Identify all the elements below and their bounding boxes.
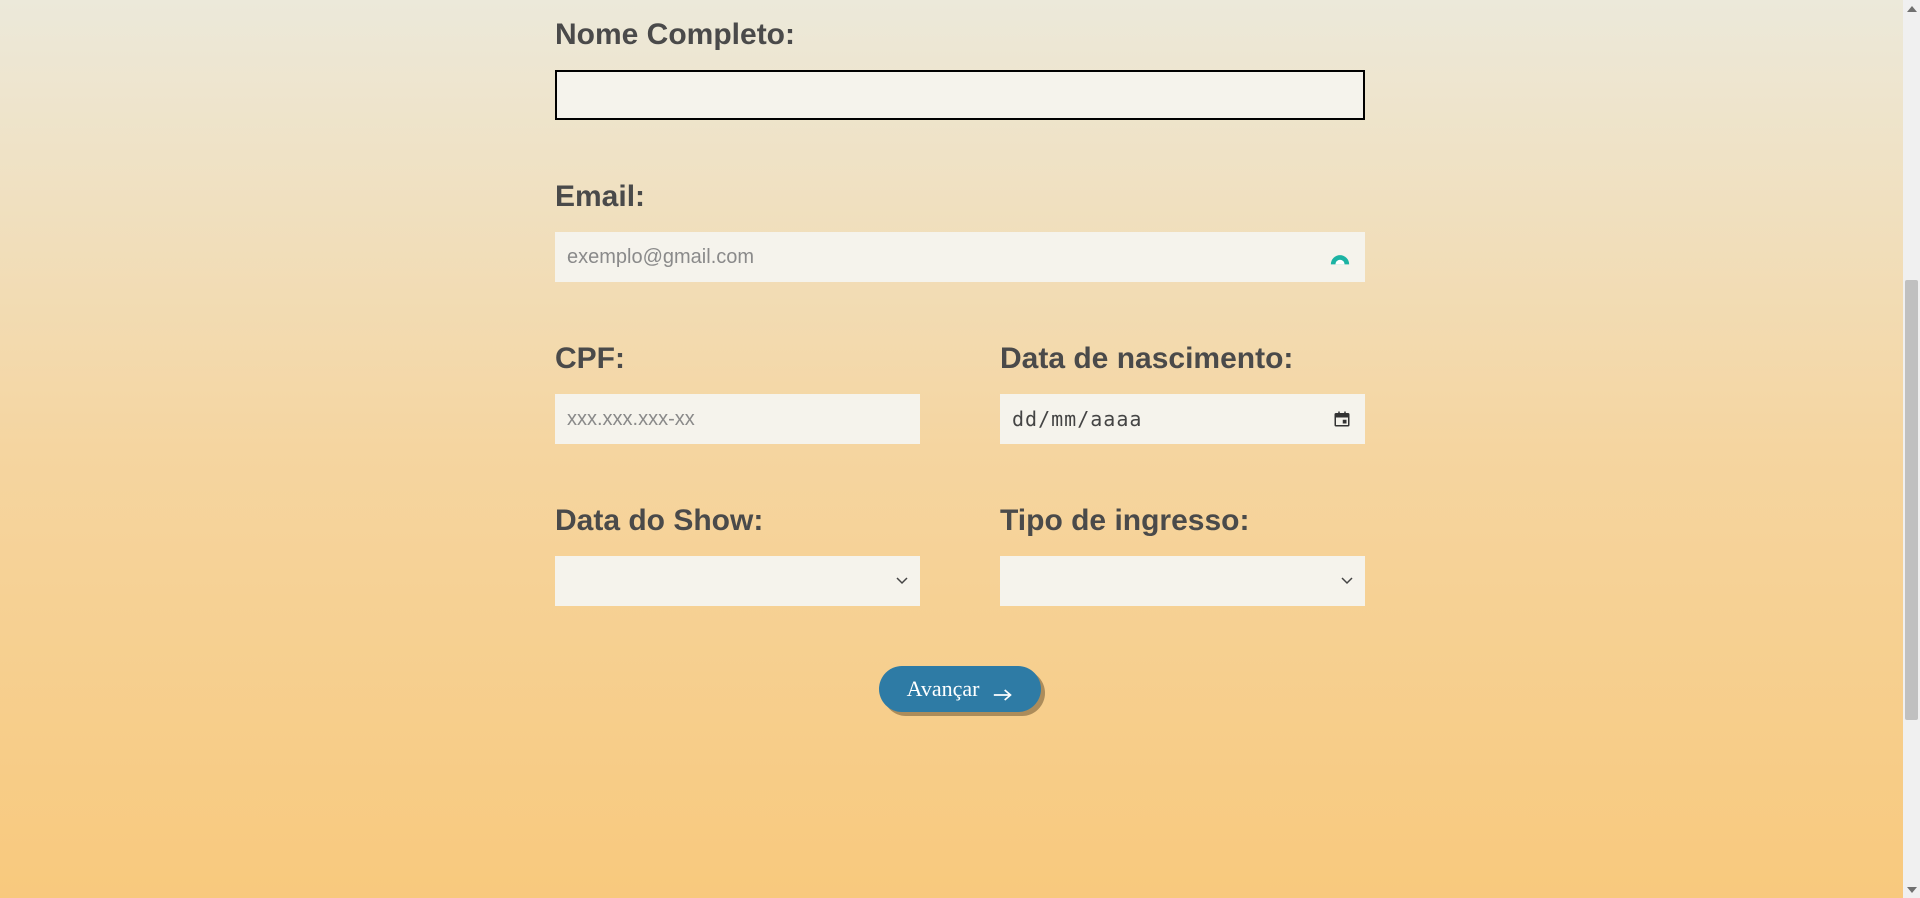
avancar-button[interactable]: Avançar <box>879 666 1042 712</box>
nome-label: Nome Completo: <box>555 18 1365 52</box>
email-label: Email: <box>555 180 1365 214</box>
field-group-data-show: Data do Show: <box>555 504 920 606</box>
nome-input[interactable] <box>555 70 1365 120</box>
scrollbar-thumb[interactable] <box>1905 280 1918 720</box>
scrollbar-arrow-up-icon[interactable] <box>1903 0 1920 17</box>
field-group-email: Email: <box>555 180 1365 282</box>
date-wrapper <box>1000 394 1365 444</box>
email-input[interactable] <box>555 232 1365 282</box>
arrow-right-icon <box>993 682 1013 696</box>
scrollbar-arrow-down-icon[interactable] <box>1903 881 1920 898</box>
avancar-label: Avançar <box>907 676 980 702</box>
field-group-tipo-ingresso: Tipo de ingresso: <box>1000 504 1365 606</box>
nascimento-label: Data de nascimento: <box>1000 342 1365 376</box>
field-group-nome: Nome Completo: <box>555 18 1365 120</box>
email-wrapper <box>555 232 1365 282</box>
button-row: Avançar <box>555 666 1365 712</box>
data-show-label: Data do Show: <box>555 504 920 538</box>
tipo-ingresso-label: Tipo de ingresso: <box>1000 504 1365 538</box>
tipo-ingresso-select[interactable] <box>1000 556 1365 606</box>
row-cpf-nascimento: CPF: Data de nascimento: <box>555 342 1365 444</box>
data-show-select[interactable] <box>555 556 920 606</box>
cpf-label: CPF: <box>555 342 920 376</box>
field-group-cpf: CPF: <box>555 342 920 444</box>
scrollbar[interactable] <box>1903 0 1920 898</box>
cpf-input[interactable] <box>555 394 920 444</box>
form-container: Nome Completo: Email: CPF: Data de nasci… <box>555 0 1365 730</box>
nascimento-input[interactable] <box>1000 394 1365 444</box>
row-show-ingresso: Data do Show: Tipo de ingresso: <box>555 504 1365 606</box>
field-group-nascimento: Data de nascimento: <box>1000 342 1365 444</box>
